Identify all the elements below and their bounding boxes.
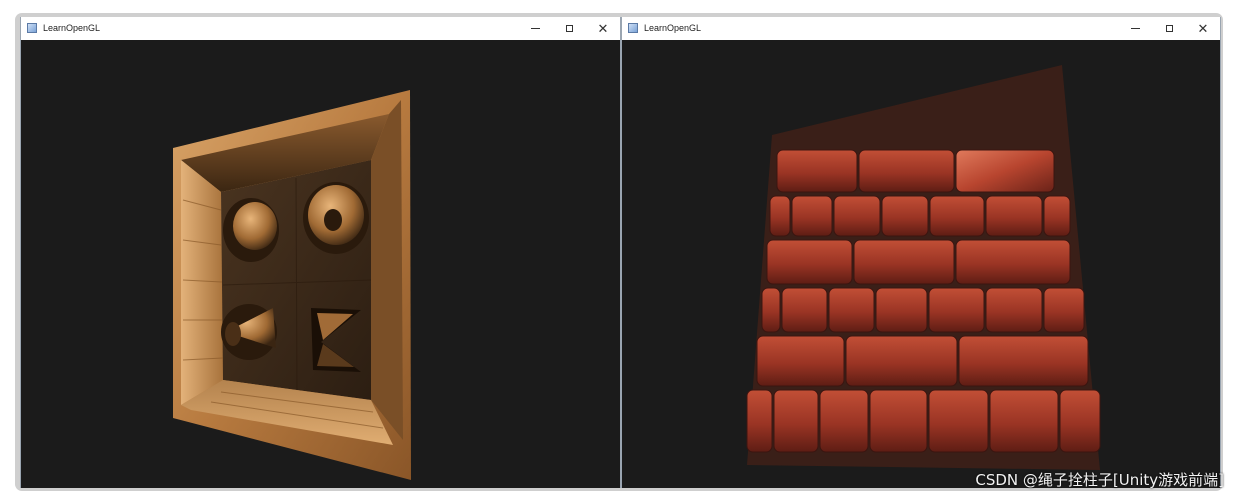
window-title: LearnOpenGL (644, 23, 702, 33)
brick (769, 195, 791, 237)
watermark: CSDN @绳子拴柱子[Unity游戏前端] (975, 471, 1224, 489)
brick (791, 195, 833, 237)
close-icon: ✕ (597, 21, 609, 36)
brick (881, 195, 929, 237)
torus-center (324, 209, 342, 231)
brick (1043, 195, 1071, 237)
opengl-window-left[interactable]: LearnOpenGL ✕ (20, 17, 621, 488)
brick (955, 239, 1071, 285)
minimize-icon (530, 28, 540, 29)
brick (1059, 389, 1101, 453)
brick (746, 389, 773, 453)
window-title: LearnOpenGL (43, 23, 101, 33)
brick (853, 239, 955, 285)
close-icon: ✕ (1197, 21, 1209, 36)
app-icon (628, 23, 638, 33)
maximize-icon (565, 25, 573, 32)
minimize-icon (1130, 28, 1140, 29)
brick (985, 195, 1043, 237)
maximize-icon (1165, 25, 1173, 32)
brick (928, 389, 989, 453)
brick (781, 287, 828, 333)
brick (985, 287, 1043, 333)
toybox-render (173, 90, 411, 480)
brick (955, 149, 1055, 193)
brick (756, 335, 845, 387)
brick (828, 287, 875, 333)
brick (958, 335, 1089, 387)
brick (761, 287, 781, 333)
brick (989, 389, 1059, 453)
brick (869, 389, 928, 453)
render-viewport-brick-wall (622, 40, 1220, 488)
brick (845, 335, 958, 387)
minimize-button[interactable] (1118, 17, 1152, 40)
cone-tip (225, 322, 241, 346)
title-bar[interactable]: LearnOpenGL ✕ (21, 17, 620, 41)
brick (833, 195, 881, 237)
brick (776, 149, 858, 193)
minimize-button[interactable] (518, 17, 552, 40)
brick (1043, 287, 1085, 333)
render-viewport-parallax-toybox (21, 40, 620, 488)
close-button[interactable]: ✕ (1186, 17, 1220, 40)
brick (773, 389, 819, 453)
maximize-button[interactable] (1152, 17, 1186, 40)
brick (875, 287, 928, 333)
brick (858, 149, 955, 193)
maximize-button[interactable] (552, 17, 586, 40)
brick (928, 287, 985, 333)
app-icon (27, 23, 37, 33)
hemisphere-shape (233, 202, 277, 250)
brick (929, 195, 985, 237)
brick-wall-render (746, 65, 1101, 470)
wood-box-right-wall (371, 100, 403, 440)
brick (766, 239, 853, 285)
brick (819, 389, 869, 453)
title-bar[interactable]: LearnOpenGL ✕ (622, 17, 1220, 41)
opengl-window-right[interactable]: LearnOpenGL ✕ (621, 17, 1221, 488)
wood-box-left-wall (181, 160, 223, 405)
close-button[interactable]: ✕ (586, 17, 620, 40)
